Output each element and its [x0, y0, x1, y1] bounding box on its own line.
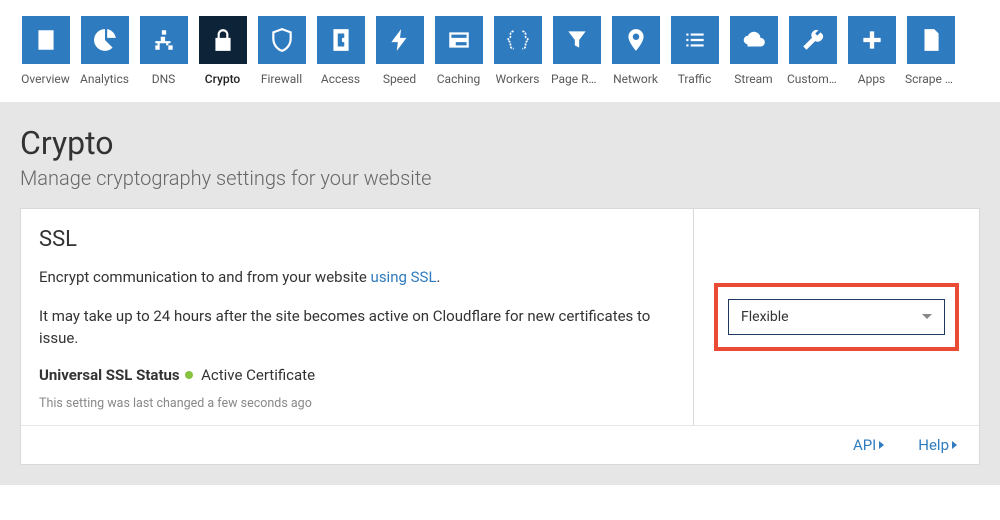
ssl-note: It may take up to 24 hours after the sit…	[39, 305, 671, 350]
chevron-down-icon	[922, 314, 932, 319]
plus-icon	[859, 27, 885, 53]
page-title: Crypto	[20, 124, 980, 162]
ssl-last-changed: This setting was last changed a few seco…	[39, 396, 671, 411]
ssl-description: Encrypt communication to and from your w…	[39, 266, 671, 289]
nav-label: Apps	[858, 72, 886, 86]
ssl-card-left: SSL Encrypt communication to and from yo…	[21, 209, 694, 425]
nav-label: Page Rules	[551, 72, 602, 86]
nav-analytics[interactable]: Analytics	[79, 16, 130, 86]
nav-custom[interactable]: Custom ...	[787, 16, 838, 86]
nav-label: Crypto	[205, 72, 240, 86]
nav-label: Overview	[21, 72, 70, 86]
funnel-icon	[564, 27, 590, 53]
caret-right-icon	[952, 441, 957, 449]
nav-traffic[interactable]: Traffic	[669, 16, 720, 86]
ssl-status-line: Universal SSL Status Active Certificate	[39, 366, 671, 384]
highlight-box: Flexible	[714, 283, 959, 351]
nav-label: Traffic	[678, 72, 712, 86]
nav-label: Scrape S...	[905, 72, 956, 86]
nav-caching[interactable]: Caching	[433, 16, 484, 86]
help-link-label: Help	[918, 436, 949, 454]
list-icon	[682, 27, 708, 53]
page-body: Crypto Manage cryptography settings for …	[0, 102, 1000, 485]
pin-icon	[623, 27, 649, 53]
nav-speed[interactable]: Speed	[374, 16, 425, 86]
nav-label: Stream	[734, 72, 772, 86]
nav-label: Analytics	[80, 72, 129, 86]
nav-access[interactable]: Access	[315, 16, 366, 86]
ssl-card: SSL Encrypt communication to and from yo…	[20, 208, 980, 465]
nav-label: Network	[613, 72, 658, 86]
ssl-title: SSL	[39, 227, 671, 252]
nav-overview[interactable]: Overview	[20, 16, 71, 86]
nav-apps[interactable]: Apps	[846, 16, 897, 86]
pie-icon	[92, 27, 118, 53]
nav-label: Caching	[437, 72, 481, 86]
ssl-mode-select[interactable]: Flexible	[728, 299, 945, 335]
drive-icon	[446, 27, 472, 53]
nav-label: Firewall	[261, 72, 302, 86]
nav-firewall[interactable]: Firewall	[256, 16, 307, 86]
file-icon	[918, 27, 944, 53]
status-dot-icon	[185, 371, 193, 379]
nav-label: Speed	[383, 72, 416, 86]
document-icon	[33, 27, 59, 53]
door-icon	[328, 27, 354, 53]
caret-right-icon	[879, 441, 884, 449]
tree-icon	[151, 27, 177, 53]
ssl-mode-value: Flexible	[741, 309, 789, 325]
top-nav: Overview Analytics DNS Crypto Firewall A…	[0, 0, 1000, 94]
nav-crypto[interactable]: Crypto	[197, 16, 248, 86]
nav-label: Workers	[496, 72, 540, 86]
api-link-label: API	[853, 436, 876, 454]
ssl-status-value: Active Certificate	[201, 366, 315, 384]
page-header: Crypto Manage cryptography settings for …	[20, 102, 980, 208]
api-link[interactable]: API	[853, 436, 884, 454]
ssl-desc-suffix: .	[437, 268, 441, 286]
cloud-icon	[741, 27, 767, 53]
ssl-link[interactable]: using SSL	[371, 268, 437, 286]
nav-page-rules[interactable]: Page Rules	[551, 16, 602, 86]
help-link[interactable]: Help	[918, 436, 957, 454]
bolt-icon	[387, 27, 413, 53]
ssl-status-label: Universal SSL Status	[39, 366, 180, 384]
nav-label: Access	[321, 72, 360, 86]
nav-stream[interactable]: Stream	[728, 16, 779, 86]
wrench-icon	[800, 27, 826, 53]
lock-icon	[210, 27, 236, 53]
braces-icon	[505, 27, 531, 53]
page-subtitle: Manage cryptography settings for your we…	[20, 166, 980, 190]
card-footer: API Help	[21, 425, 979, 464]
nav-label: Custom ...	[787, 72, 838, 86]
nav-dns[interactable]: DNS	[138, 16, 189, 86]
shield-icon	[269, 27, 295, 53]
nav-network[interactable]: Network	[610, 16, 661, 86]
nav-scrape[interactable]: Scrape S...	[905, 16, 956, 86]
ssl-card-right: Flexible	[694, 209, 979, 425]
nav-workers[interactable]: Workers	[492, 16, 543, 86]
nav-label: DNS	[152, 72, 176, 86]
ssl-desc-prefix: Encrypt communication to and from your w…	[39, 268, 371, 286]
